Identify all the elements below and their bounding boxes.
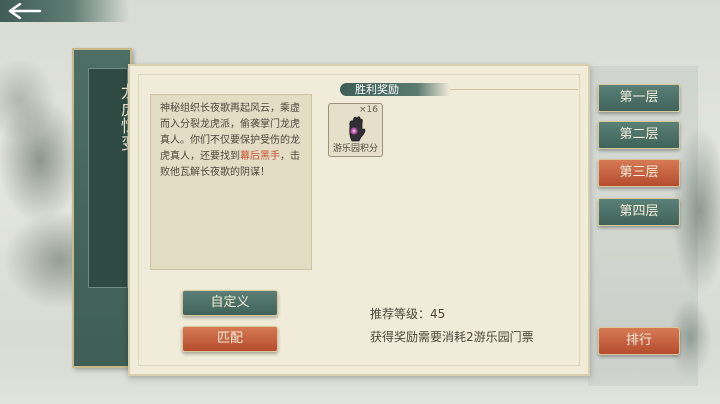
reward-item-label: 游乐园积分 [332, 144, 378, 154]
description-highlight: 幕后黑手 [240, 151, 280, 162]
reward-cost-text: 获得奖励需要消耗2游乐园门票 [370, 330, 534, 344]
rank-button[interactable]: 排行 [598, 327, 680, 355]
reward-title: 胜利奖励 [355, 83, 399, 96]
reward-divider [450, 89, 578, 90]
description-box: 神秘组织长夜歌再起风云，乘虚而入分裂龙虎派，偷袭掌门龙虎真人。你们不仅要保护受伤… [150, 94, 312, 270]
reward-item[interactable]: ×16 游乐园积分 [328, 103, 383, 157]
reward-header: 胜利奖励 [330, 80, 578, 98]
tab-floor-3[interactable]: 第三层 [598, 159, 680, 187]
custom-button[interactable]: 自定义 [182, 290, 278, 316]
recommended-level: 推荐等级：45 [370, 307, 446, 321]
title-panel: 龙虎惊变 [72, 48, 137, 368]
back-arrow-icon [8, 3, 42, 19]
tab-floor-4[interactable]: 第四层 [598, 198, 680, 226]
title-inner: 龙虎惊变 [88, 68, 137, 288]
glove-icon [349, 116, 366, 142]
match-button[interactable]: 匹配 [182, 326, 278, 352]
back-button[interactable] [0, 0, 130, 22]
tab-floor-2[interactable]: 第二层 [598, 121, 680, 149]
tab-floor-1[interactable]: 第一层 [598, 84, 680, 112]
